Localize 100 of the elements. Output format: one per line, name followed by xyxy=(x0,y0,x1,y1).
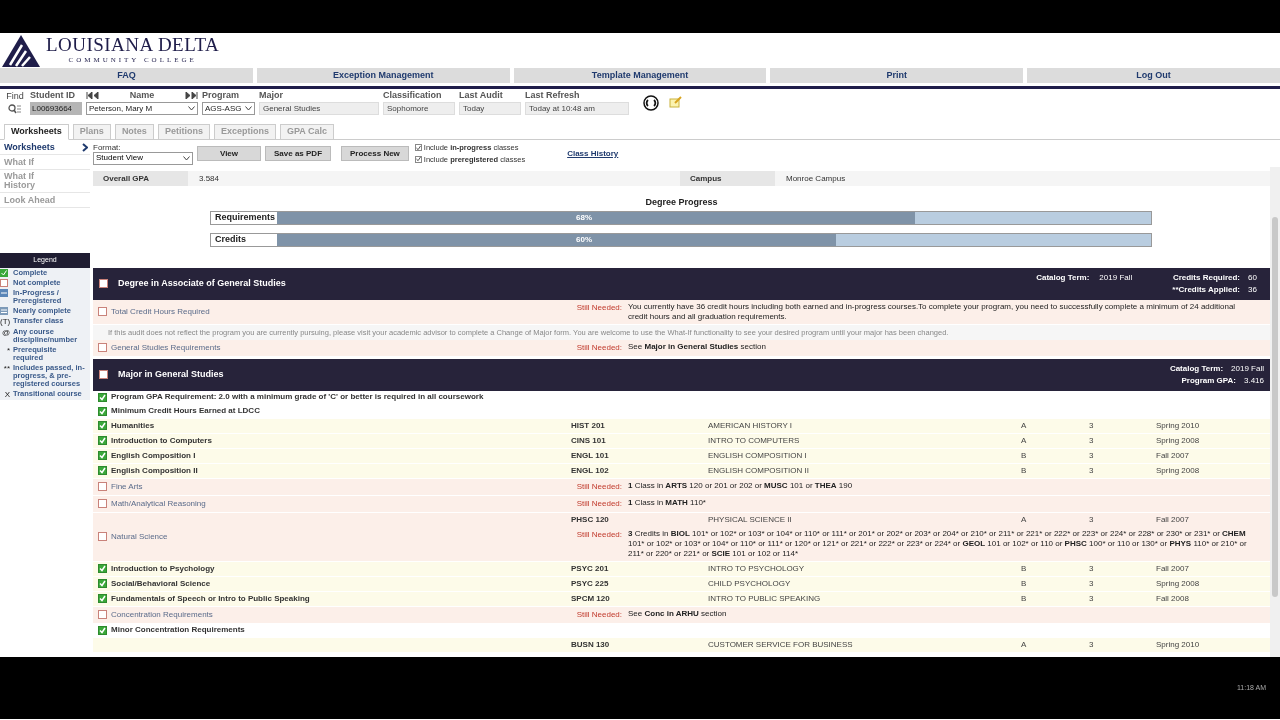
requirement-label: Humanities xyxy=(111,419,155,432)
requirement-label: Math/Analytical Reasoning xyxy=(111,497,206,510)
checkbox[interactable] xyxy=(414,155,422,163)
summary-value: Monroe Campus xyxy=(775,171,1270,186)
meta-label: Credits Required: xyxy=(1172,271,1240,284)
tab[interactable]: Worksheets xyxy=(4,124,69,140)
course-title: INTRO TO PUBLIC SPEAKING xyxy=(708,592,822,605)
dropdown[interactable]: AGS-ASG xyxy=(202,102,255,115)
credits: 3 xyxy=(1089,592,1095,605)
grade: A xyxy=(1021,434,1028,447)
nearly-complete-icon xyxy=(0,306,10,315)
requirement-label: Natural Science xyxy=(111,530,168,543)
term: Fall 2007 xyxy=(1156,562,1189,575)
class-history-link[interactable]: Class History xyxy=(567,147,619,160)
caret-icon xyxy=(183,155,190,161)
nav-link[interactable]: Template Management xyxy=(513,68,767,83)
credits: 3 xyxy=(1089,434,1095,447)
course-code: PHSC 120 xyxy=(571,513,610,526)
chevron-icon xyxy=(82,142,88,152)
grade: B xyxy=(1021,449,1028,462)
search-icon[interactable] xyxy=(8,103,22,115)
still-needed-text: See Conc in ARHU section xyxy=(628,608,728,619)
course-code: BUSN 130 xyxy=(571,638,611,651)
still-needed-text: See Major in General Studies section xyxy=(628,341,767,352)
grade: A xyxy=(1021,419,1028,432)
legend-symbol: * xyxy=(5,345,10,355)
credits: 3 xyxy=(1089,577,1095,590)
field-label: Last Refresh xyxy=(525,88,580,102)
grade: A xyxy=(1021,638,1028,651)
still-needed-label: Still Needed: xyxy=(575,480,623,493)
still-needed-text: 1 Class in ARTS 120 or 201 or 202 or MUSC 101 or THEA 190 xyxy=(628,480,854,491)
course-code: ENGL 102 xyxy=(571,464,610,477)
grade: B xyxy=(1021,592,1028,605)
credits: 3 xyxy=(1089,638,1095,651)
course-code: HIST 201 xyxy=(571,419,606,432)
meta-value: 2019 Fall xyxy=(1099,271,1133,284)
nav-link[interactable]: Log Out xyxy=(1027,68,1280,83)
nav-link[interactable]: Print xyxy=(770,68,1024,83)
toolbar-button[interactable]: View xyxy=(197,146,261,161)
grade: B xyxy=(1021,562,1028,575)
term: Spring 2010 xyxy=(1156,638,1200,651)
next-icon[interactable] xyxy=(184,92,198,99)
field-label: Classification xyxy=(383,88,442,102)
caret-icon xyxy=(245,106,252,111)
requirement-label: Minimum Credit Hours Earned at LDCC xyxy=(111,405,260,418)
requirement-label: Introduction to Computers xyxy=(111,434,212,447)
requirement-label: Concentration Requirements xyxy=(111,608,213,621)
still-needed-label: Still Needed: xyxy=(575,301,623,314)
still-needed-label: Still Needed: xyxy=(575,341,623,354)
field-label: Last Audit xyxy=(459,88,503,102)
grade: A xyxy=(1021,513,1028,526)
block-title: Degree in Associate of General Studies xyxy=(118,276,286,290)
field-label: Program xyxy=(202,88,239,102)
side-nav-item[interactable]: Worksheets xyxy=(0,140,90,155)
requirement-label: Total Credit Hours Required xyxy=(111,305,210,318)
legend-symbol: ** xyxy=(2,363,10,373)
progress-percent: 68% xyxy=(575,211,593,224)
course-title: CHILD PSYCHOLOGY xyxy=(708,577,792,590)
requirement-label: Fine Arts xyxy=(111,480,143,493)
nav-link[interactable]: Exception Management xyxy=(256,68,510,83)
still-needed-label: Still Needed: xyxy=(575,497,623,510)
field-label: Major xyxy=(259,88,283,102)
meta-value: 60 xyxy=(1248,271,1258,284)
nav-link[interactable]: FAQ xyxy=(0,68,253,83)
course-title: ENGLISH COMPOSITION I xyxy=(708,449,808,462)
requirement-label: English Composition I xyxy=(111,449,196,462)
read-only-field: Today at 10:48 am xyxy=(525,102,629,115)
summary-label: Campus xyxy=(680,171,775,186)
credits: 3 xyxy=(1089,513,1095,526)
course-code: ENGL 101 xyxy=(571,449,610,462)
course-title: INTRO TO PSYCHOLOGY xyxy=(708,562,806,575)
requirement-label: Program GPA Requirement: 2.0 with a minimum grade of 'C' or better is required in all coursework xyxy=(111,391,484,404)
requirement-label: Fundamentals of Speech or Intro to Public Speaking xyxy=(111,592,310,605)
course-code: SPCM 120 xyxy=(571,592,611,605)
grade: B xyxy=(1021,577,1028,590)
read-only-field: General Studies xyxy=(259,102,379,115)
in-progress-icon xyxy=(0,288,10,297)
logo-title: LOUISIANA DELTA xyxy=(46,35,220,56)
dropdown[interactable]: Peterson, Mary M xyxy=(86,102,198,115)
meta-label: Catalog Term: xyxy=(1036,271,1090,284)
logo-icon xyxy=(2,34,40,67)
previous-icon[interactable] xyxy=(86,92,100,99)
legend-symbol: (T) xyxy=(0,316,10,326)
still-needed-label: Still Needed: xyxy=(575,608,623,621)
input-field[interactable]: L00693664 xyxy=(30,102,82,115)
check-icon xyxy=(0,268,10,277)
degree-progress-title: Degree Progress xyxy=(644,196,719,209)
toolbar-button[interactable]: Process New xyxy=(341,146,409,161)
term: Spring 2010 xyxy=(1156,419,1200,432)
meta-label: Catalog Term: xyxy=(1169,362,1224,375)
scrollbar[interactable] xyxy=(1270,167,1280,657)
term: Fall 2007 xyxy=(1156,449,1189,462)
checkbox[interactable] xyxy=(414,144,422,152)
block-title: Major in General Studies xyxy=(118,368,224,381)
format-dropdown[interactable]: Student View xyxy=(93,151,193,165)
requirement-label: English Composition II xyxy=(111,464,198,477)
refresh-icon[interactable] xyxy=(643,95,659,111)
term: Spring 2008 xyxy=(1156,577,1200,590)
toolbar-button[interactable]: Save as PDF xyxy=(265,146,332,161)
summary-label: Overall GPA xyxy=(93,171,188,186)
